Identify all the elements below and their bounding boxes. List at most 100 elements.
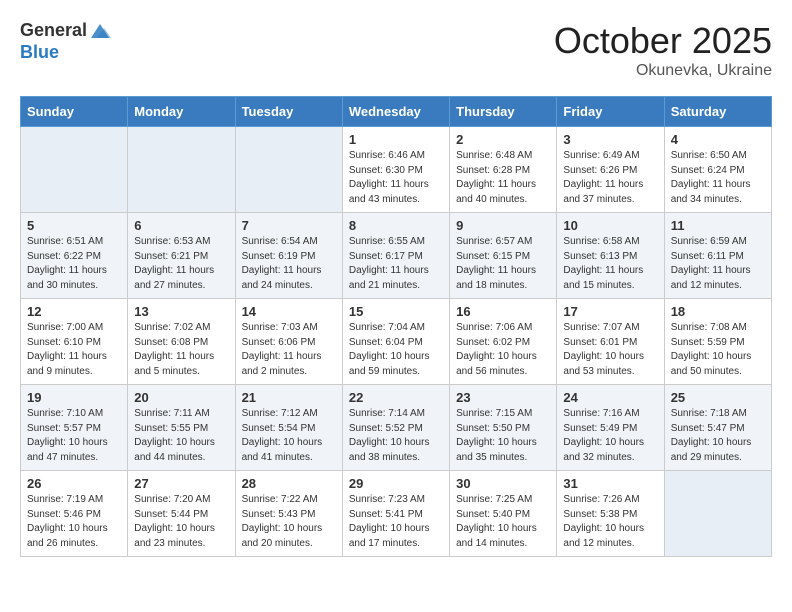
location-title: Okunevka, Ukraine [554, 62, 772, 80]
col-monday: Monday [128, 97, 235, 127]
day-number: 21 [242, 390, 336, 405]
day-number: 31 [563, 476, 657, 491]
title-block: October 2025 Okunevka, Ukraine [554, 20, 772, 80]
table-row [235, 127, 342, 213]
day-info: Sunrise: 7:14 AM Sunset: 5:52 PM Dayligh… [349, 407, 443, 465]
day-info: Sunrise: 7:20 AM Sunset: 5:44 PM Dayligh… [134, 493, 228, 551]
day-info: Sunrise: 7:00 AM Sunset: 6:10 PM Dayligh… [27, 321, 121, 379]
table-row: 12 Sunrise: 7:00 AM Sunset: 6:10 PM Dayli… [21, 299, 128, 385]
day-info: Sunrise: 7:18 AM Sunset: 5:47 PM Dayligh… [671, 407, 765, 465]
table-row: 10 Sunrise: 6:58 AM Sunset: 6:13 PM Dayli… [557, 213, 664, 299]
day-number: 9 [456, 218, 550, 233]
table-row: 18 Sunrise: 7:08 AM Sunset: 5:59 PM Dayli… [664, 299, 771, 385]
col-saturday: Saturday [664, 97, 771, 127]
table-row: 14 Sunrise: 7:03 AM Sunset: 6:06 PM Dayli… [235, 299, 342, 385]
calendar-week-row: 26 Sunrise: 7:19 AM Sunset: 5:46 PM Dayli… [21, 471, 772, 557]
day-number: 20 [134, 390, 228, 405]
day-info: Sunrise: 7:12 AM Sunset: 5:54 PM Dayligh… [242, 407, 336, 465]
day-info: Sunrise: 7:22 AM Sunset: 5:43 PM Dayligh… [242, 493, 336, 551]
day-info: Sunrise: 7:02 AM Sunset: 6:08 PM Dayligh… [134, 321, 228, 379]
table-row: 15 Sunrise: 7:04 AM Sunset: 6:04 PM Dayli… [342, 299, 449, 385]
table-row: 13Sunrise: 7:02 AM Sunset: 6:08 PM Dayli… [128, 299, 235, 385]
day-info: Sunrise: 7:19 AM Sunset: 5:46 PM Dayligh… [27, 493, 121, 551]
day-info: Sunrise: 7:03 AM Sunset: 6:06 PM Dayligh… [242, 321, 336, 379]
day-info: Sunrise: 6:54 AM Sunset: 6:19 PM Dayligh… [242, 235, 336, 293]
day-number: 4 [671, 132, 765, 147]
day-info: Sunrise: 6:46 AM Sunset: 6:30 PM Dayligh… [349, 149, 443, 207]
day-number: 30 [456, 476, 550, 491]
calendar-week-row: 19Sunrise: 7:10 AM Sunset: 5:57 PM Dayli… [21, 385, 772, 471]
day-number: 22 [349, 390, 443, 405]
table-row: 25Sunrise: 7:18 AM Sunset: 5:47 PM Dayli… [664, 385, 771, 471]
day-number: 29 [349, 476, 443, 491]
table-row: 24 Sunrise: 7:16 AM Sunset: 5:49 PM Dayli… [557, 385, 664, 471]
table-row: 9Sunrise: 6:57 AM Sunset: 6:15 PM Daylig… [450, 213, 557, 299]
day-number: 7 [242, 218, 336, 233]
day-number: 16 [456, 304, 550, 319]
table-row [128, 127, 235, 213]
day-info: Sunrise: 6:59 AM Sunset: 6:11 PM Dayligh… [671, 235, 765, 293]
table-row: 20Sunrise: 7:11 AM Sunset: 5:55 PM Dayli… [128, 385, 235, 471]
table-row: 8Sunrise: 6:55 AM Sunset: 6:17 PM Daylig… [342, 213, 449, 299]
day-number: 15 [349, 304, 443, 319]
table-row: 23 Sunrise: 7:15 AM Sunset: 5:50 PM Dayli… [450, 385, 557, 471]
table-row: 3Sunrise: 6:49 AM Sunset: 6:26 PM Daylig… [557, 127, 664, 213]
day-number: 18 [671, 304, 765, 319]
col-thursday: Thursday [450, 97, 557, 127]
day-number: 6 [134, 218, 228, 233]
calendar-table: Sunday Monday Tuesday Wednesday Thursday… [20, 96, 772, 557]
page-header: General Blue October 2025 Okunevka, Ukra… [20, 20, 772, 80]
table-row: 29 Sunrise: 7:23 AM Sunset: 5:41 PM Dayli… [342, 471, 449, 557]
day-number: 1 [349, 132, 443, 147]
day-number: 23 [456, 390, 550, 405]
table-row: 31 Sunrise: 7:26 AM Sunset: 5:38 PM Dayli… [557, 471, 664, 557]
day-number: 10 [563, 218, 657, 233]
day-info: Sunrise: 7:16 AM Sunset: 5:49 PM Dayligh… [563, 407, 657, 465]
col-wednesday: Wednesday [342, 97, 449, 127]
day-info: Sunrise: 6:48 AM Sunset: 6:28 PM Dayligh… [456, 149, 550, 207]
day-number: 5 [27, 218, 121, 233]
logo-blue: Blue [20, 42, 59, 64]
table-row: 5 Sunrise: 6:51 AM Sunset: 6:22 PM Daylig… [21, 213, 128, 299]
day-info: Sunrise: 7:23 AM Sunset: 5:41 PM Dayligh… [349, 493, 443, 551]
table-row: 4 Sunrise: 6:50 AM Sunset: 6:24 PM Daylig… [664, 127, 771, 213]
day-info: Sunrise: 6:51 AM Sunset: 6:22 PM Dayligh… [27, 235, 121, 293]
day-number: 24 [563, 390, 657, 405]
table-row: 6Sunrise: 6:53 AM Sunset: 6:21 PM Daylig… [128, 213, 235, 299]
table-row: 7 Sunrise: 6:54 AM Sunset: 6:19 PM Daylig… [235, 213, 342, 299]
day-info: Sunrise: 6:58 AM Sunset: 6:13 PM Dayligh… [563, 235, 657, 293]
day-info: Sunrise: 7:06 AM Sunset: 6:02 PM Dayligh… [456, 321, 550, 379]
table-row: 30 Sunrise: 7:25 AM Sunset: 5:40 PM Dayli… [450, 471, 557, 557]
day-info: Sunrise: 6:55 AM Sunset: 6:17 PM Dayligh… [349, 235, 443, 293]
col-sunday: Sunday [21, 97, 128, 127]
day-info: Sunrise: 7:25 AM Sunset: 5:40 PM Dayligh… [456, 493, 550, 551]
table-row: 17Sunrise: 7:07 AM Sunset: 6:01 PM Dayli… [557, 299, 664, 385]
day-number: 14 [242, 304, 336, 319]
col-friday: Friday [557, 97, 664, 127]
day-number: 2 [456, 132, 550, 147]
day-info: Sunrise: 6:49 AM Sunset: 6:26 PM Dayligh… [563, 149, 657, 207]
day-number: 12 [27, 304, 121, 319]
day-info: Sunrise: 7:04 AM Sunset: 6:04 PM Dayligh… [349, 321, 443, 379]
day-number: 26 [27, 476, 121, 491]
day-info: Sunrise: 7:08 AM Sunset: 5:59 PM Dayligh… [671, 321, 765, 379]
day-info: Sunrise: 6:50 AM Sunset: 6:24 PM Dayligh… [671, 149, 765, 207]
month-title: October 2025 [554, 20, 772, 62]
calendar-header-row: Sunday Monday Tuesday Wednesday Thursday… [21, 97, 772, 127]
table-row: 11Sunrise: 6:59 AM Sunset: 6:11 PM Dayli… [664, 213, 771, 299]
day-number: 27 [134, 476, 228, 491]
day-number: 17 [563, 304, 657, 319]
day-info: Sunrise: 7:26 AM Sunset: 5:38 PM Dayligh… [563, 493, 657, 551]
table-row: 28Sunrise: 7:22 AM Sunset: 5:43 PM Dayli… [235, 471, 342, 557]
table-row: 22 Sunrise: 7:14 AM Sunset: 5:52 PM Dayli… [342, 385, 449, 471]
day-info: Sunrise: 7:15 AM Sunset: 5:50 PM Dayligh… [456, 407, 550, 465]
table-row [664, 471, 771, 557]
table-row: 27 Sunrise: 7:20 AM Sunset: 5:44 PM Dayli… [128, 471, 235, 557]
table-row: 19Sunrise: 7:10 AM Sunset: 5:57 PM Dayli… [21, 385, 128, 471]
calendar-week-row: 1 Sunrise: 6:46 AM Sunset: 6:30 PM Daylig… [21, 127, 772, 213]
col-tuesday: Tuesday [235, 97, 342, 127]
table-row: 26 Sunrise: 7:19 AM Sunset: 5:46 PM Dayli… [21, 471, 128, 557]
table-row: 2 Sunrise: 6:48 AM Sunset: 6:28 PM Daylig… [450, 127, 557, 213]
logo-icon [89, 20, 111, 42]
logo: General Blue [20, 20, 111, 64]
